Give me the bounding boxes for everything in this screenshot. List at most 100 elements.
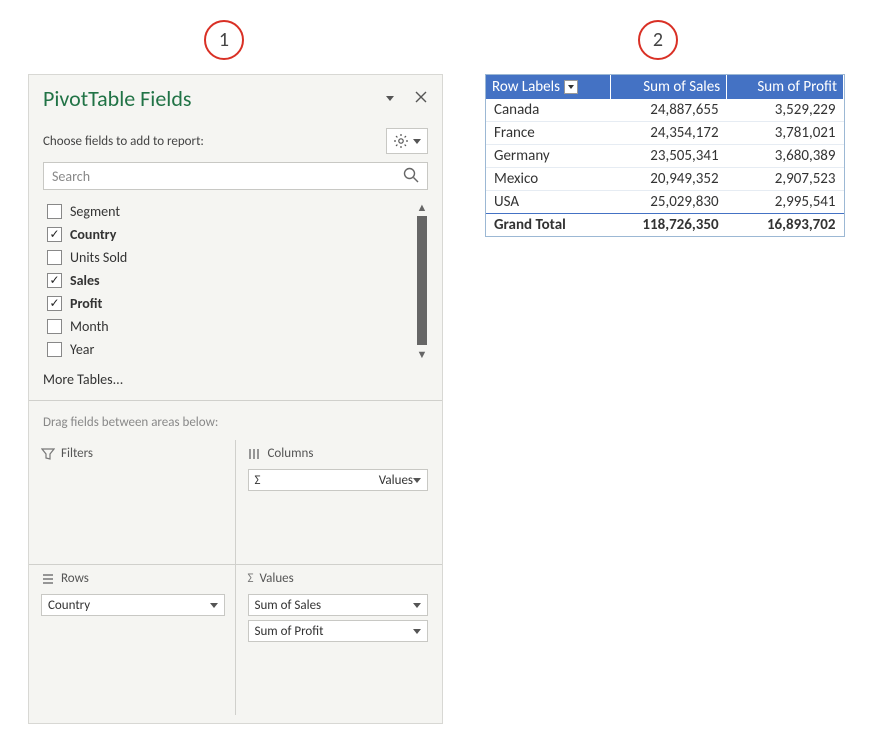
- field-checkbox[interactable]: [47, 342, 62, 357]
- field-checkbox[interactable]: [47, 273, 62, 288]
- pivot-output-table: Row Labels Sum of Sales Sum of Profit Ca…: [485, 74, 845, 237]
- cell-profit: 3,680,389: [727, 145, 844, 168]
- field-row-country[interactable]: Country: [43, 223, 412, 246]
- cell-sales: 24,354,172: [610, 122, 726, 145]
- row-label: Grand Total: [486, 214, 610, 237]
- search-wrap: [29, 162, 442, 200]
- gear-icon: [393, 133, 409, 149]
- table-row: France24,354,1723,781,021: [486, 122, 844, 145]
- rows-header: Rows: [41, 571, 225, 586]
- callout-2: 2: [638, 20, 678, 60]
- values-header: Σ Values: [248, 571, 429, 586]
- row-label: Mexico: [486, 168, 610, 191]
- rows-title: Rows: [61, 571, 89, 586]
- chevron-down-icon: [413, 139, 421, 144]
- chevron-down-icon: [210, 603, 218, 608]
- filters-title: Filters: [61, 446, 93, 461]
- cell-profit: 3,529,229: [727, 99, 844, 122]
- col-sum-profit: Sum of Profit: [727, 75, 844, 99]
- cell-sales: 118,726,350: [610, 214, 726, 237]
- panel-close-button[interactable]: [414, 90, 428, 108]
- row-label: France: [486, 122, 610, 145]
- columns-icon: [248, 447, 262, 461]
- panel-menu-button[interactable]: [382, 96, 398, 101]
- grand-total-row: Grand Total118,726,35016,893,702: [486, 214, 844, 237]
- layout-options-button[interactable]: [386, 128, 428, 154]
- field-checkbox[interactable]: [47, 204, 62, 219]
- pill-label: Country: [48, 598, 210, 613]
- scroll-up-arrow[interactable]: ▲: [417, 200, 428, 214]
- filter-icon: [41, 447, 55, 461]
- field-pill-values[interactable]: Σ Values: [248, 469, 429, 491]
- filters-area[interactable]: Filters: [29, 440, 236, 565]
- pill-label: Sum of Sales: [255, 598, 414, 613]
- field-row-year[interactable]: Year: [43, 338, 412, 361]
- field-pill-sum-of-sales[interactable]: Sum of Sales: [248, 594, 429, 616]
- cell-profit: 3,781,021: [727, 122, 844, 145]
- field-pill-country[interactable]: Country: [41, 594, 225, 616]
- row-label: USA: [486, 191, 610, 214]
- columns-area[interactable]: Columns Σ Values: [236, 440, 443, 565]
- panel-divider: [29, 400, 442, 401]
- subheader-text: Choose fields to add to report:: [43, 134, 386, 149]
- fields-scroll: Segment Country Units Sold Sales Profit Mont…: [43, 200, 428, 361]
- cell-profit: 16,893,702: [727, 214, 844, 237]
- cell-sales: 20,949,352: [610, 168, 726, 191]
- chevron-down-icon: [413, 629, 421, 634]
- field-checkbox[interactable]: [47, 250, 62, 265]
- cell-sales: 23,505,341: [610, 145, 726, 168]
- field-list: Segment Country Units Sold Sales Profit Mont…: [43, 200, 412, 361]
- rows-icon: [41, 572, 55, 586]
- field-checkbox[interactable]: [47, 296, 62, 311]
- field-label: Units Sold: [70, 249, 127, 266]
- more-tables-link[interactable]: More Tables...: [29, 361, 442, 396]
- row-label: Germany: [486, 145, 610, 168]
- values-title: Values: [259, 571, 293, 586]
- field-pill-sum-of-profit[interactable]: Sum of Profit: [248, 620, 429, 642]
- panel-header: PivotTable Fields: [29, 75, 442, 118]
- col-sum-sales: Sum of Sales: [610, 75, 726, 99]
- table-row: Germany23,505,3413,680,389: [486, 145, 844, 168]
- field-row-units-sold[interactable]: Units Sold: [43, 246, 412, 269]
- chevron-down-icon: [413, 478, 421, 483]
- field-row-sales[interactable]: Sales: [43, 269, 412, 292]
- close-icon: [414, 90, 428, 104]
- cell-profit: 2,907,523: [727, 168, 844, 191]
- field-label: Profit: [70, 295, 102, 312]
- table-row: USA25,029,8302,995,541: [486, 191, 844, 214]
- cell-profit: 2,995,541: [727, 191, 844, 214]
- field-label: Country: [70, 226, 116, 243]
- field-checkbox[interactable]: [47, 227, 62, 242]
- field-row-month[interactable]: Month: [43, 315, 412, 338]
- sigma-icon: Σ: [255, 473, 375, 488]
- field-row-segment[interactable]: Segment: [43, 200, 412, 223]
- fields-scrollbar[interactable]: ▲ ▼: [414, 200, 430, 361]
- search-input[interactable]: [43, 162, 428, 190]
- field-label: Sales: [70, 272, 100, 289]
- scroll-down-arrow[interactable]: ▼: [417, 347, 428, 361]
- drop-areas: Filters Columns Σ Values Rows Country Σ V…: [29, 440, 442, 723]
- pill-label: Values: [379, 473, 413, 488]
- row-labels-dropdown[interactable]: [564, 80, 578, 94]
- pivottable-fields-panel: PivotTable Fields Choose fields to add t…: [28, 74, 443, 724]
- row-label: Canada: [486, 99, 610, 122]
- drag-instruction: Drag fields between areas below:: [29, 409, 442, 440]
- col-row-labels[interactable]: Row Labels: [486, 75, 610, 99]
- columns-title: Columns: [268, 446, 314, 461]
- table-row: Mexico20,949,3522,907,523: [486, 168, 844, 191]
- cell-sales: 24,887,655: [610, 99, 726, 122]
- panel-subheader: Choose fields to add to report:: [29, 118, 442, 162]
- field-label: Year: [70, 341, 94, 358]
- field-checkbox[interactable]: [47, 319, 62, 334]
- scroll-thumb[interactable]: [417, 216, 427, 345]
- columns-header: Columns: [248, 446, 429, 461]
- values-area[interactable]: Σ Values Sum of Sales Sum of Profit: [236, 565, 443, 715]
- field-row-profit[interactable]: Profit: [43, 292, 412, 315]
- pill-label: Sum of Profit: [255, 624, 414, 639]
- sigma-icon: Σ: [248, 571, 254, 586]
- rows-area[interactable]: Rows Country: [29, 565, 236, 715]
- search-icon: [402, 166, 420, 188]
- field-label: Month: [70, 318, 109, 335]
- table-row: Canada24,887,6553,529,229: [486, 99, 844, 122]
- filters-header: Filters: [41, 446, 225, 461]
